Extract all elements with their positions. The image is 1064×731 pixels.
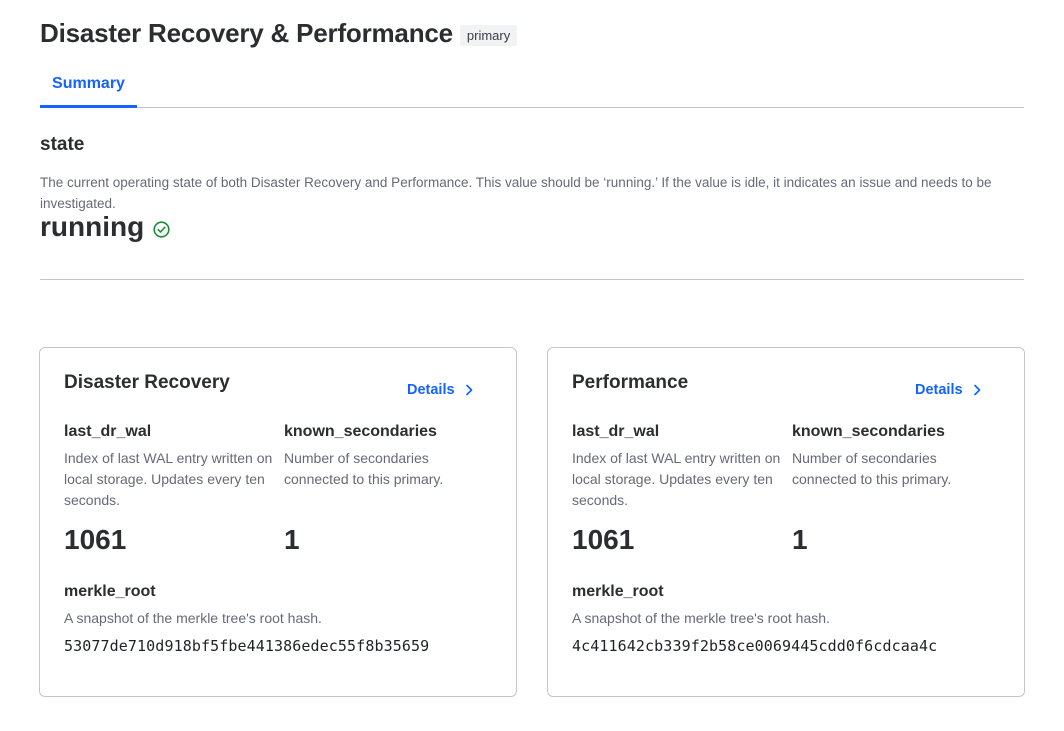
disaster-recovery-card: Disaster Recovery Details last_dr_wal In… xyxy=(39,347,517,697)
state-title: state xyxy=(40,134,85,155)
chevron-right-icon xyxy=(465,384,472,396)
metric-label: last_dr_wal xyxy=(572,423,660,440)
performance-details-link[interactable]: Details xyxy=(915,382,982,398)
state-value-row: running xyxy=(40,211,170,243)
merkle-root-metric: merkle_root A snapshot of the merkle tre… xyxy=(572,583,1002,655)
known-secondaries-value: 1 xyxy=(284,524,300,555)
state-description: The current operating state of both Disa… xyxy=(40,175,992,211)
metric-description: Number of secondaries connected to this … xyxy=(792,450,952,487)
metric-description: A snapshot of the merkle tree's root has… xyxy=(64,610,322,626)
merkle-root-metric: merkle_root A snapshot of the merkle tre… xyxy=(64,583,494,655)
dr-details-link[interactable]: Details xyxy=(407,382,474,398)
chevron-right-icon xyxy=(973,384,980,396)
details-link-label: Details xyxy=(915,382,963,398)
metric-description: A snapshot of the merkle tree's root has… xyxy=(572,610,830,626)
metric-label: last_dr_wal xyxy=(64,423,152,440)
page-header: Disaster Recovery & Performance primary xyxy=(40,18,518,49)
last-dr-wal-value: 1061 xyxy=(572,524,635,555)
merkle-root-hash: 53077de710d918bf5fbe441386edec55f8b35659 xyxy=(64,637,430,655)
last-dr-wal-metric: last_dr_wal Index of last WAL entry writ… xyxy=(572,423,782,511)
section-divider xyxy=(40,279,1024,280)
tab-summary[interactable]: Summary xyxy=(40,62,137,108)
page-title: Disaster Recovery & Performance xyxy=(40,18,453,48)
metric-label: merkle_root xyxy=(64,583,156,600)
details-link-label: Details xyxy=(407,382,455,398)
metric-label: known_secondaries xyxy=(284,423,437,440)
performance-card: Performance Details last_dr_wal Index of… xyxy=(547,347,1025,697)
card-title: Disaster Recovery xyxy=(64,372,230,393)
metric-description: Number of secondaries connected to this … xyxy=(284,450,444,487)
metric-description: Index of last WAL entry written on local… xyxy=(64,450,273,508)
known-secondaries-metric: known_secondaries Number of secondaries … xyxy=(792,423,1002,490)
last-dr-wal-value: 1061 xyxy=(64,524,127,555)
metric-description: Index of last WAL entry written on local… xyxy=(572,450,781,508)
card-title: Performance xyxy=(572,372,689,393)
last-dr-wal-metric: last_dr_wal Index of last WAL entry writ… xyxy=(64,423,274,511)
metric-label: known_secondaries xyxy=(792,423,945,440)
tab-bar: Summary xyxy=(40,62,1024,108)
known-secondaries-value: 1 xyxy=(792,524,808,555)
state-value: running xyxy=(40,211,145,242)
check-circle-icon xyxy=(153,220,170,238)
metric-label: merkle_root xyxy=(572,583,664,600)
merkle-root-hash: 4c411642cb339f2b58ce0069445cdd0f6cdcaa4c xyxy=(572,637,938,655)
known-secondaries-metric: known_secondaries Number of secondaries … xyxy=(284,423,494,490)
replication-mode-badge: primary xyxy=(459,24,518,46)
